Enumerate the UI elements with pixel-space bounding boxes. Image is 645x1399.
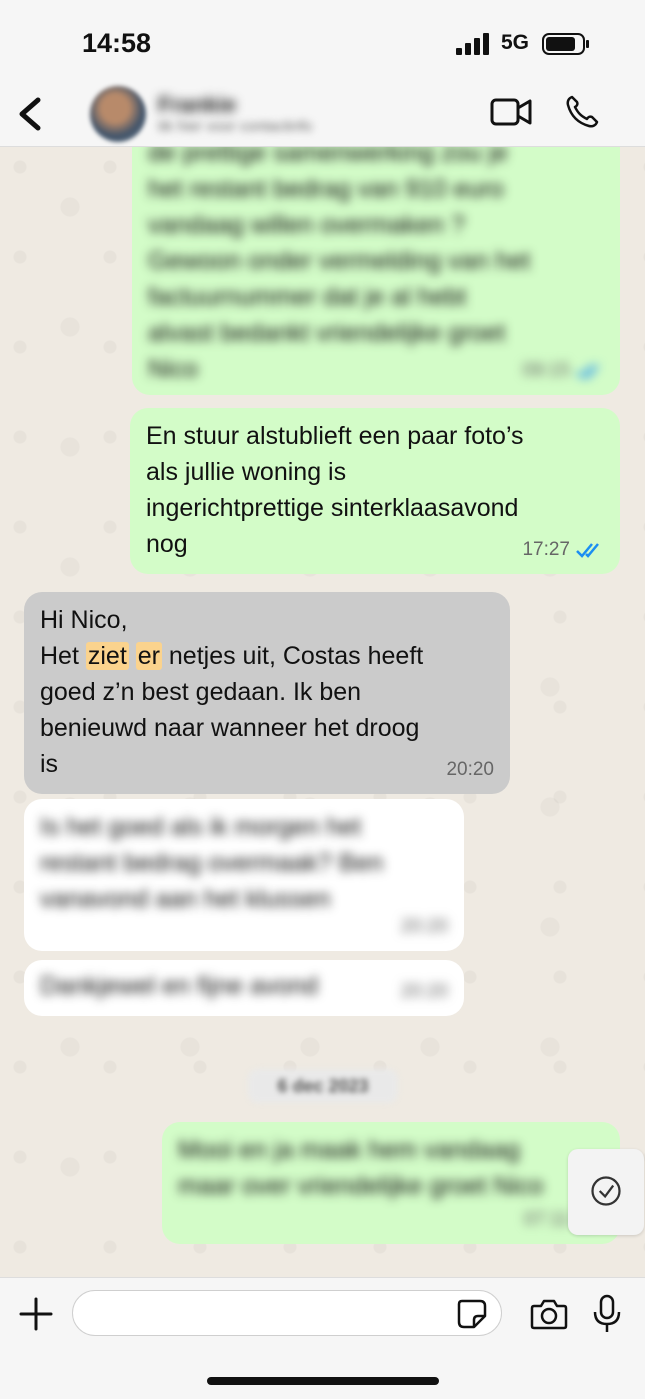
message-meta: 17:27	[522, 532, 604, 568]
message-bubble-outgoing[interactable]: En stuur alstublieft een paar foto’s als…	[130, 408, 620, 574]
contact-name[interactable]: Frankie	[158, 92, 236, 118]
camera-icon[interactable]	[530, 1298, 568, 1330]
text-segment: goed z’n best gedaan. Ik ben benieuwd na…	[40, 678, 420, 778]
avatar[interactable]	[90, 86, 146, 142]
home-indicator	[207, 1377, 439, 1385]
message-input-bar	[0, 1277, 645, 1399]
message-text: Hi Nico, Het ziet er netjes uit, Costas …	[40, 602, 494, 782]
microphone-icon[interactable]	[592, 1294, 622, 1334]
message-time: 20:20	[400, 916, 448, 937]
sticker-icon[interactable]	[456, 1298, 488, 1330]
status-bar: 14:58 5G	[0, 0, 645, 80]
chat-area[interactable]: de prettige samenwerking zou je het rest…	[0, 147, 645, 1277]
plus-icon[interactable]	[18, 1296, 54, 1332]
message-time: 20:20	[400, 981, 448, 1002]
message-meta: 20:20	[400, 974, 448, 1010]
message-text: de prettige samenwerking zou je het rest…	[148, 147, 531, 383]
back-chevron-icon[interactable]	[14, 94, 50, 134]
text-segment: netjes uit, Costas heeft	[161, 642, 424, 670]
video-camera-icon[interactable]	[490, 96, 532, 128]
search-highlight: ziet	[85, 642, 129, 670]
message-bubble-outgoing[interactable]: de prettige samenwerking zou je het rest…	[132, 147, 620, 395]
message-bubble-incoming[interactable]: Dankjewel en fijne avond 20:20	[24, 960, 464, 1016]
scroll-down-icon	[591, 1176, 621, 1206]
chat-header: Frankie tik hier voor contactinfo	[0, 80, 645, 147]
text-segment: Het	[40, 642, 86, 670]
network-type: 5G	[501, 31, 530, 54]
double-check-icon	[576, 543, 599, 558]
greeting-text: Hi Nico,	[40, 606, 128, 634]
message-meta: 20:20	[400, 909, 448, 945]
message-bubble-incoming[interactable]: Is het goed als ik morgen het restant be…	[24, 799, 464, 951]
message-text: Is het goed als ik morgen het restant be…	[40, 813, 384, 913]
message-bubble-outgoing[interactable]: Mooi en ja maak hem vandaag maar over vr…	[162, 1122, 620, 1244]
message-text: Mooi en ja maak hem vandaag maar over vr…	[178, 1136, 544, 1200]
message-input[interactable]	[72, 1290, 502, 1336]
message-bubble-incoming[interactable]: Hi Nico, Het ziet er netjes uit, Costas …	[24, 592, 510, 794]
double-check-icon	[576, 364, 599, 379]
message-text: Dankjewel en fijne avond	[40, 972, 318, 1000]
message-time: 09:15	[522, 360, 570, 381]
message-time: 07:11	[523, 1209, 570, 1230]
battery-icon	[542, 33, 589, 55]
message-time: 17:27	[522, 539, 570, 560]
phone-icon[interactable]	[564, 94, 600, 130]
message-meta: 20:20	[446, 752, 494, 788]
message-meta: 09:15	[522, 353, 604, 389]
scroll-down-button[interactable]	[568, 1149, 644, 1235]
message-time: 20:20	[446, 759, 494, 780]
contact-subtitle[interactable]: tik hier voor contactinfo	[158, 118, 312, 135]
date-separator: 6 dec 2023	[248, 1069, 398, 1103]
status-time: 14:58	[82, 28, 152, 58]
search-highlight: er	[135, 642, 162, 670]
signal-strength-icon	[456, 33, 489, 55]
